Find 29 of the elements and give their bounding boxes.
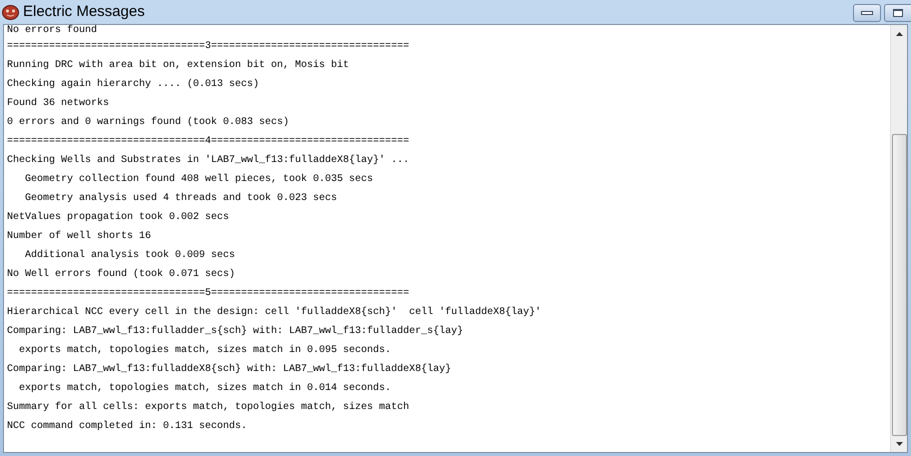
minimize-button[interactable] [853, 4, 881, 22]
maximize-button[interactable] [884, 4, 911, 22]
log-line: Geometry analysis used 4 threads and took 0.023 secs [24, 192, 338, 206]
log-line: =================================3================================= [7, 40, 410, 54]
log-line: No Well errors found (took 0.071 secs) [7, 268, 236, 282]
window-title: Electric Messages [23, 2, 145, 22]
log-line: Additional analysis took 0.009 secs [24, 248, 236, 263]
scroll-up-arrow-icon[interactable] [896, 32, 902, 36]
log-line: 0 errors and 0 warnings found (took 0.083 secs) [7, 116, 290, 130]
log-line: exports match, topologies match, sizes match in 0.014 seconds. [18, 382, 392, 396]
log-line: Checking Wells and Substrates in 'LAB7_wwl_f13:fulladdeX8{lay}' ... [7, 154, 410, 168]
scroll-down-arrow-icon[interactable] [896, 442, 902, 446]
scrollbar-thumb[interactable] [892, 134, 906, 436]
log-line: Checking again hierarchy .... (0.013 secs) [7, 78, 260, 92]
log-line: Summary for all cells: exports match, topologies match, sizes match [7, 400, 410, 415]
log-line: Number of well shorts 16 [7, 230, 152, 244]
log-line: Running DRC with area bit on, extension bit on, Mosis bit [7, 58, 350, 73]
log-line: Hierarchical NCC every cell in the design: cell 'fulladdeX8{sch}' cell 'fulladdeX8{lay}' [7, 306, 542, 320]
app-icon [2, 4, 19, 20]
log-line: exports match, topologies match, sizes match in 0.095 seconds. [18, 344, 392, 358]
log-line: Comparing: LAB7_wwl_f13:fulladder_s{sch} with: LAB7_wwl_f13:fulladder_s{lay} [7, 324, 464, 339]
log-line: Geometry collection found 408 well pieces, took 0.035 secs [24, 172, 374, 187]
log-line: NetValues propagation took 0.002 secs [7, 210, 230, 225]
log-line: No errors found [7, 25, 98, 37]
log-line: Found 36 networks [7, 96, 110, 111]
log-line: NCC command completed in: 0.131 seconds. [7, 420, 248, 434]
log-line: =================================5================================= [7, 287, 410, 301]
log-line: Comparing: LAB7_wwl_f13:fulladdeX8{sch} with: LAB7_wwl_f13:fulladdeX8{lay} [7, 362, 452, 377]
log-line: =================================4================================= [7, 135, 410, 149]
